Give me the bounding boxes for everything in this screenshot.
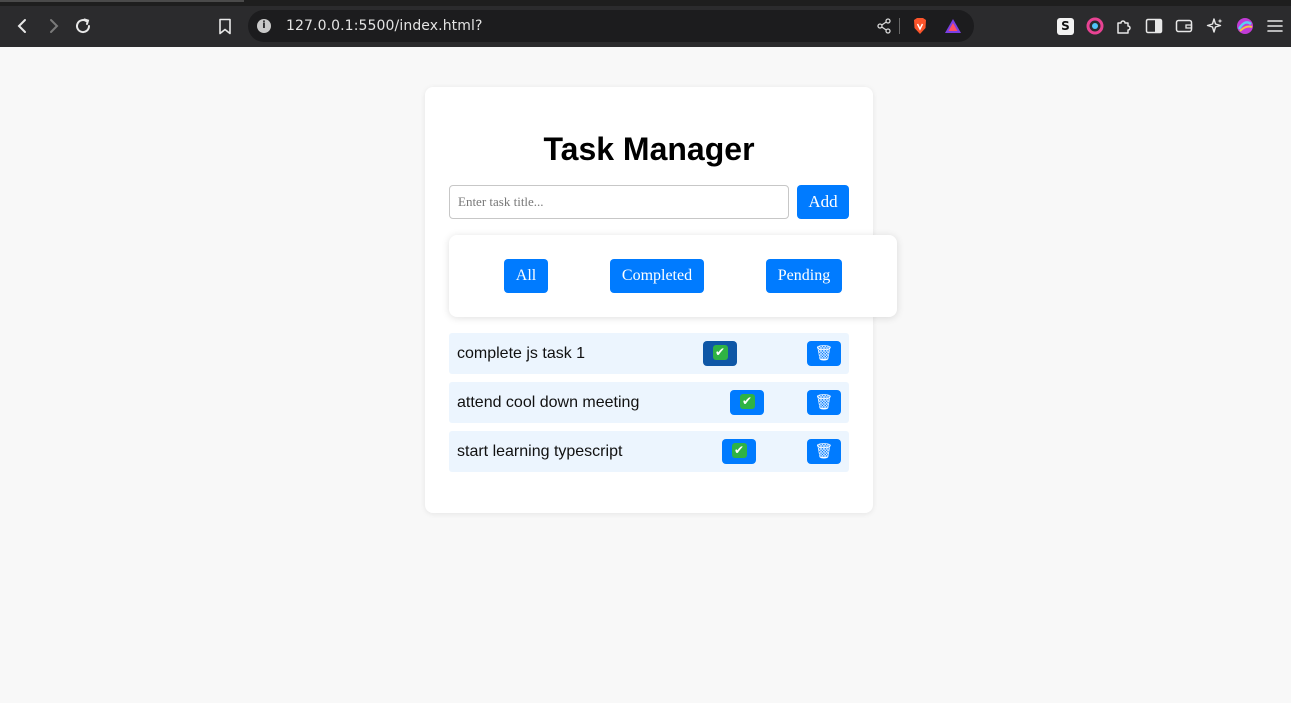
address-bar[interactable]: i 127.0.0.1:5500/index.html?: [248, 10, 974, 42]
color-extension-icon[interactable]: [1082, 13, 1108, 39]
trash-icon: 🗑: [814, 344, 834, 362]
checkmark-icon: ✔: [712, 345, 728, 360]
s-extension-icon[interactable]: S: [1057, 18, 1074, 35]
page-title: Task Manager: [543, 131, 755, 167]
wallet-icon[interactable]: [1171, 13, 1197, 39]
filter-panel: All Completed Pending: [449, 235, 897, 317]
url-text[interactable]: 127.0.0.1:5500/index.html?: [286, 10, 483, 42]
trash-icon: 🗑: [814, 442, 834, 460]
complete-task-button[interactable]: ✔: [722, 439, 756, 464]
forward-icon[interactable]: [40, 13, 66, 39]
add-task-button[interactable]: Add: [797, 185, 849, 219]
task-title: complete js task 1: [457, 345, 586, 362]
checkmark-icon: ✔: [731, 443, 747, 458]
task-item: complete js task 1 ✔ 🗑: [449, 333, 849, 374]
browser-toolbar: i 127.0.0.1:5500/index.html? S: [0, 6, 1291, 47]
reload-icon[interactable]: [70, 13, 96, 39]
task-title: start learning typescript: [457, 443, 623, 460]
task-manager-card: Task Manager Add All Completed Pending c…: [425, 87, 897, 513]
trash-icon: 🗑: [814, 393, 834, 411]
brave-shield-icon[interactable]: [907, 13, 933, 39]
delete-task-button[interactable]: 🗑: [807, 341, 841, 366]
filter-pending-button[interactable]: Pending: [766, 259, 842, 293]
info-icon[interactable]: i: [257, 19, 271, 33]
delete-task-button[interactable]: 🗑: [807, 390, 841, 415]
filter-completed-button[interactable]: Completed: [610, 259, 704, 293]
rewards-icon[interactable]: [940, 13, 966, 39]
back-icon[interactable]: [10, 13, 36, 39]
puzzle-extensions-icon[interactable]: [1111, 13, 1137, 39]
share-icon[interactable]: [871, 13, 897, 39]
complete-task-button[interactable]: ✔: [703, 341, 737, 366]
leo-ai-icon[interactable]: [1202, 13, 1228, 39]
menu-icon[interactable]: [1262, 13, 1288, 39]
complete-task-button[interactable]: ✔: [730, 390, 764, 415]
filter-all-button[interactable]: All: [504, 259, 548, 293]
address-bar-divider: [899, 18, 900, 34]
delete-task-button[interactable]: 🗑: [807, 439, 841, 464]
active-tab-indicator: [0, 0, 244, 2]
task-title: attend cool down meeting: [457, 394, 640, 411]
task-item: attend cool down meeting ✔ 🗑: [449, 382, 849, 423]
task-title-input[interactable]: [449, 185, 789, 219]
task-item: start learning typescript ✔ 🗑: [449, 431, 849, 472]
profile-icon[interactable]: [1232, 13, 1258, 39]
checkmark-icon: ✔: [739, 394, 755, 409]
bookmark-icon[interactable]: [212, 13, 238, 39]
sidebar-icon[interactable]: [1141, 13, 1167, 39]
